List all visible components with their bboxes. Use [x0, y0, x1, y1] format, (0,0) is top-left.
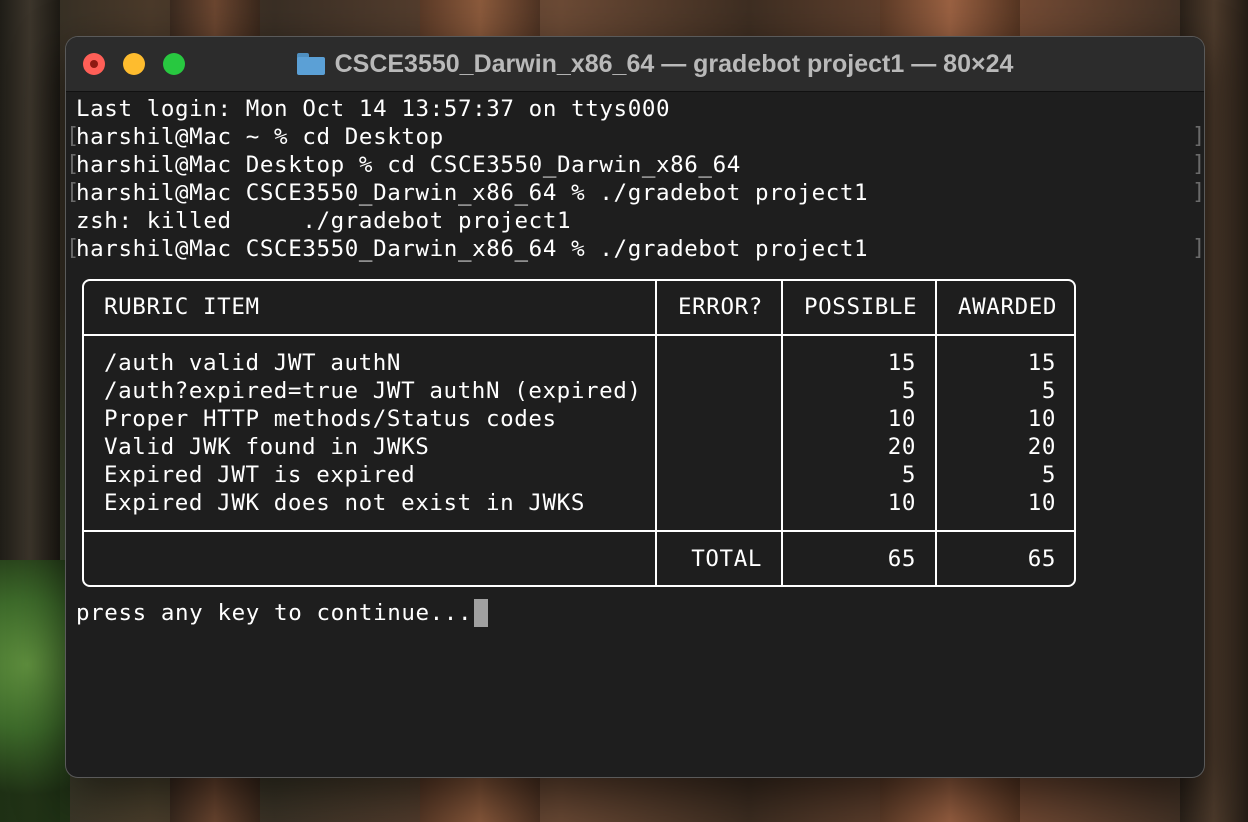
rubric-row-possible: 5 [901, 462, 916, 488]
rubric-row-possible: 5 [901, 378, 916, 404]
text-cursor [474, 599, 489, 627]
terminal-content[interactable]: Last login: Mon Oct 14 13:57:37 on ttys0… [66, 92, 1204, 777]
terminal-line: harshil@Mac ~ % cd Desktop [76, 124, 444, 150]
window-title-group: CSCE3550_Darwin_x86_64 — gradebot projec… [66, 37, 1204, 91]
terminal-window[interactable]: CSCE3550_Darwin_x86_64 — gradebot projec… [66, 37, 1204, 777]
rubric-row-awarded: 10 [1027, 490, 1056, 516]
table-divider [84, 530, 1074, 532]
rubric-row-item: Valid JWK found in JWKS [104, 434, 430, 460]
rubric-row-awarded: 5 [1041, 462, 1056, 488]
rubric-row-awarded: 10 [1027, 406, 1056, 432]
rubric-table: RUBRIC ITEM ERROR? POSSIBLE AWARDED /aut… [82, 279, 1076, 587]
rubric-row-item: Expired JWT is expired [104, 462, 416, 488]
rubric-row-possible: 20 [887, 434, 916, 460]
header-awarded: AWARDED [958, 294, 1058, 320]
title-bar[interactable]: CSCE3550_Darwin_x86_64 — gradebot projec… [66, 37, 1204, 92]
rubric-row-awarded: 20 [1027, 434, 1056, 460]
continue-prompt-line: press any key to continue... [76, 599, 489, 627]
line-marker-right: ] [1192, 236, 1204, 261]
rubric-row-awarded: 15 [1027, 350, 1056, 376]
terminal-line: harshil@Mac CSCE3550_Darwin_x86_64 % ./g… [76, 236, 869, 262]
table-divider [781, 281, 783, 585]
line-marker-right: ] [1192, 180, 1204, 205]
rubric-row-possible: 10 [887, 406, 916, 432]
table-divider [655, 281, 657, 585]
continue-prompt: press any key to continue... [76, 600, 473, 626]
header-rubric-item: RUBRIC ITEM [104, 294, 260, 320]
rubric-row-possible: 15 [887, 350, 916, 376]
terminal-line: Last login: Mon Oct 14 13:57:37 on ttys0… [76, 96, 671, 122]
rubric-row-possible: 10 [887, 490, 916, 516]
folder-icon [296, 53, 325, 75]
window-title: CSCE3550_Darwin_x86_64 — gradebot projec… [334, 49, 1014, 78]
rubric-row-awarded: 5 [1041, 378, 1056, 404]
terminal-line: zsh: killed ./gradebot project1 [76, 208, 572, 234]
table-divider [84, 334, 1074, 336]
line-marker-right: ] [1192, 152, 1204, 177]
total-awarded: 65 [1027, 546, 1056, 572]
terminal-line: harshil@Mac CSCE3550_Darwin_x86_64 % ./g… [76, 180, 869, 206]
total-possible: 65 [887, 546, 916, 572]
terminal-line: harshil@Mac Desktop % cd CSCE3550_Darwin… [76, 152, 741, 178]
rubric-row-item: /auth valid JWT authN [104, 350, 402, 376]
rubric-row-item: Proper HTTP methods/Status codes [104, 406, 557, 432]
table-divider [935, 281, 937, 585]
total-label: TOTAL [691, 546, 762, 572]
rubric-row-item: Expired JWK does not exist in JWKS [104, 490, 585, 516]
header-possible: POSSIBLE [804, 294, 918, 320]
header-error: ERROR? [678, 294, 763, 320]
rubric-row-item: /auth?expired=true JWT authN (expired) [104, 378, 642, 404]
desktop-wallpaper-foliage [0, 560, 70, 822]
line-marker-right: ] [1192, 124, 1204, 149]
